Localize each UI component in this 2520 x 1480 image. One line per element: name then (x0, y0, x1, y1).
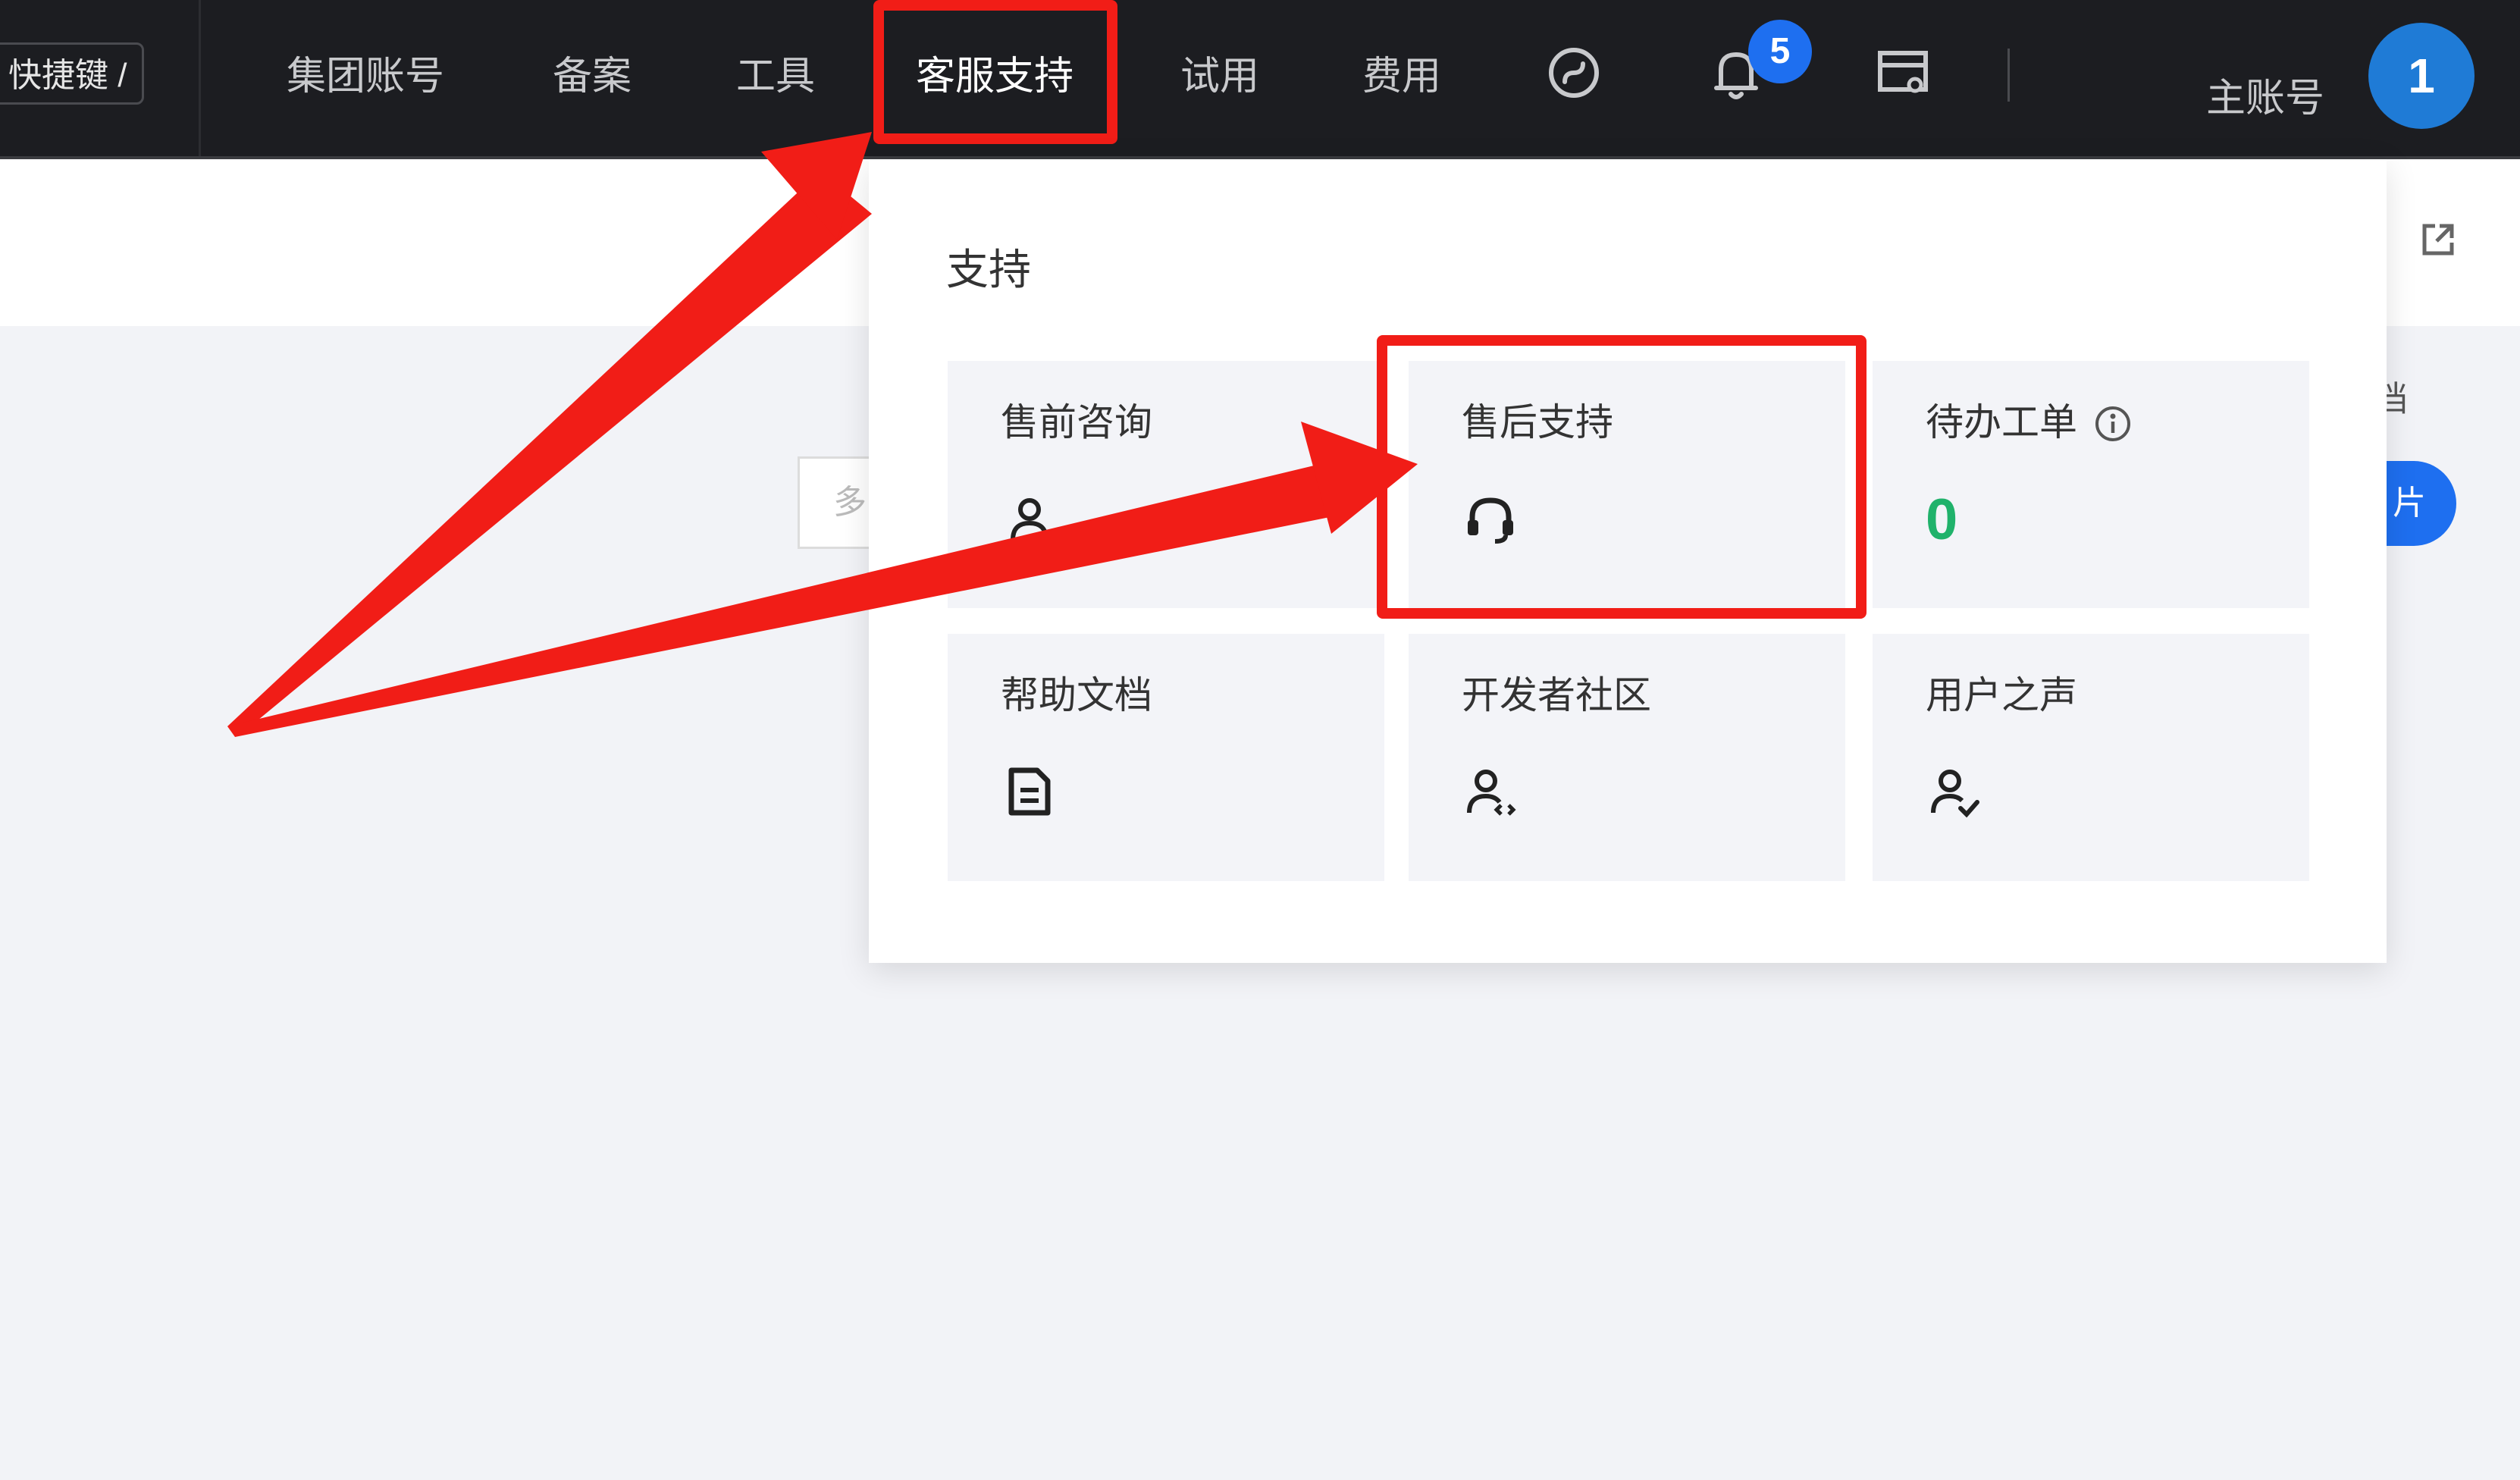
highlight-box-aftersales (1377, 335, 1866, 619)
card-pending-tickets[interactable]: 待办工单 0 (1873, 361, 2309, 608)
avatar[interactable]: 1 (2368, 23, 2475, 129)
nav-filing[interactable]: 备案 (543, 42, 641, 111)
nav-group-account[interactable]: 集团账号 (282, 42, 449, 111)
workorder-icon[interactable] (1865, 35, 1941, 111)
card-help-docs[interactable]: 帮助文档 (948, 634, 1384, 881)
nav-tools[interactable]: 工具 (726, 42, 825, 111)
nav-trial[interactable]: 试用 (1171, 42, 1269, 111)
divider (2008, 49, 2010, 102)
highlight-box-nav (873, 0, 1117, 144)
document-icon (1008, 767, 1051, 816)
card-label: 用户之声 (1926, 674, 2077, 716)
card-user-voice[interactable]: 用户之声 (1873, 634, 2309, 881)
miniprogram-icon[interactable] (1536, 35, 1612, 111)
card-developer-community[interactable]: 开发者社区 (1409, 634, 1845, 881)
doc-link-fragment[interactable]: 档 (2373, 368, 2464, 429)
card-label: 待办工单 (1926, 401, 2077, 444)
divider (199, 0, 201, 156)
card-label: 开发者社区 (1462, 674, 1651, 716)
card-presales-consult[interactable]: 售前咨询 (948, 361, 1384, 608)
notification-badge: 5 (1748, 20, 1812, 83)
card-label: 帮助文档 (1001, 674, 1152, 716)
account-type-label[interactable]: 主账号 (2189, 68, 2341, 129)
shortcut-key-button[interactable]: 快捷键 / (0, 42, 144, 105)
person-icon (1011, 498, 1048, 541)
info-icon[interactable] (2092, 403, 2133, 444)
user-voice-icon (1931, 770, 1979, 818)
card-label: 售前咨询 (1001, 401, 1152, 444)
developer-community-icon (1467, 770, 1516, 816)
top-navigation-bar: 快捷键 / 集团账号 备案 工具 客服支持 试用 费用 5 主账号 1 (0, 0, 2520, 159)
support-section-title: 支持 (946, 246, 1031, 293)
pending-tickets-count: 0 (1926, 488, 1958, 552)
external-link-icon[interactable] (2417, 218, 2459, 261)
nav-billing[interactable]: 费用 (1352, 42, 1451, 111)
